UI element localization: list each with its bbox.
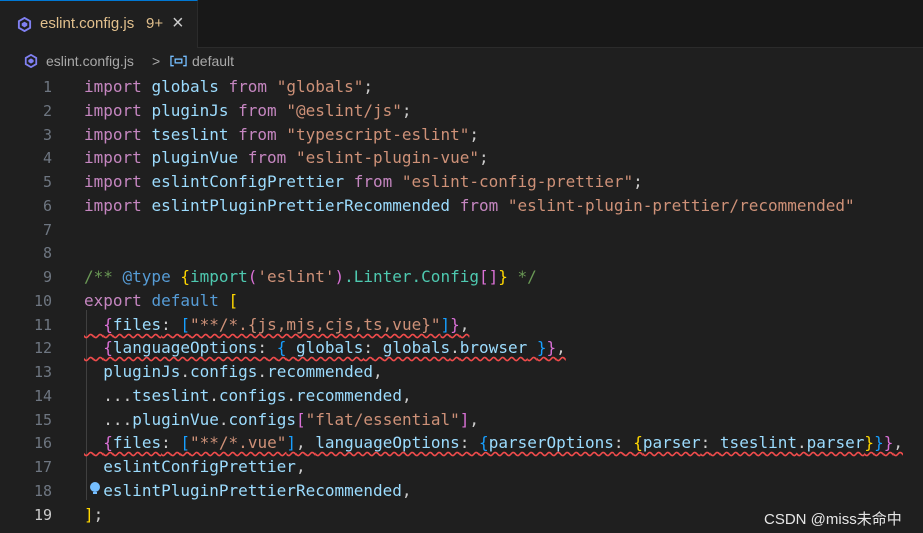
code-line[interactable]: {files: ["**/*.vue"], languageOptions: {… (84, 431, 903, 455)
line-number: 11 (33, 316, 52, 334)
line-number: 10 (33, 292, 52, 310)
breadcrumb: eslint.config.js > default (0, 49, 923, 75)
watermark: CSDN @miss未命中 (764, 511, 902, 528)
line-number: 3 (42, 126, 52, 144)
code-line[interactable]: import eslintPluginPrettierRecommended f… (84, 194, 855, 218)
code-line[interactable]: import eslintConfigPrettier from "eslint… (84, 170, 643, 194)
line-number: 14 (33, 387, 52, 405)
lightbulb-icon[interactable] (88, 481, 102, 495)
tab-label: eslint.config.js (40, 15, 135, 32)
line-number: 15 (33, 411, 52, 429)
eslint-icon (17, 17, 32, 32)
code-line[interactable]: {languageOptions: { globals: globals.bro… (84, 336, 566, 360)
code-line[interactable]: ...tseslint.configs.recommended, (84, 384, 411, 408)
code-line[interactable]: import pluginVue from "eslint-plugin-vue… (84, 146, 489, 170)
line-number: 16 (33, 434, 52, 452)
line-number: 17 (33, 458, 52, 476)
tab-bar: eslint.config.js 9+ × (0, 0, 923, 48)
breadcrumb-symbol[interactable]: default (192, 53, 234, 69)
line-number: 7 (42, 221, 52, 239)
code-line[interactable]: eslintConfigPrettier, (84, 455, 305, 479)
line-number: 6 (42, 197, 52, 215)
tab-eslint-config[interactable]: eslint.config.js 9+ × (0, 0, 198, 48)
code-editor[interactable]: 1 2 3 4 5 6 7 8 9 10 11 12 13 14 15 16 1… (0, 75, 923, 533)
code-line[interactable]: import pluginJs from "@eslint/js"; (84, 99, 412, 123)
line-number-active: 19 (33, 506, 52, 524)
close-icon[interactable]: × (172, 12, 184, 34)
symbol-variable-icon (170, 55, 187, 67)
code-line[interactable]: export default [ (84, 289, 238, 313)
code-line[interactable]: {files: ["**/*.{js,mjs,cjs,ts,vue}"]}, (84, 313, 469, 337)
code-line[interactable]: eslintPluginPrettierRecommended, (84, 479, 411, 503)
eslint-icon (24, 54, 38, 68)
code-line[interactable]: import globals from "globals"; (84, 75, 373, 99)
chevron-right-icon: > (152, 53, 161, 69)
code-line[interactable]: ]; (84, 503, 103, 527)
line-number: 4 (42, 149, 52, 167)
line-number: 12 (33, 339, 52, 357)
line-number: 8 (42, 244, 52, 262)
breadcrumb-file[interactable]: eslint.config.js (46, 53, 134, 69)
line-number: 1 (42, 78, 52, 96)
line-number: 5 (42, 173, 52, 191)
code-line[interactable]: ...pluginVue.configs["flat/essential"], (84, 408, 479, 432)
line-number: 13 (33, 363, 52, 381)
line-number: 18 (33, 482, 52, 500)
line-number: 9 (42, 268, 52, 286)
line-number: 2 (42, 102, 52, 120)
code-line[interactable]: import tseslint from "typescript-eslint"… (84, 123, 479, 147)
code-line[interactable]: pluginJs.configs.recommended, (84, 360, 382, 384)
problems-badge: 9+ (146, 15, 164, 32)
code-line[interactable]: /** @type {import('eslint').Linter.Confi… (84, 265, 537, 289)
